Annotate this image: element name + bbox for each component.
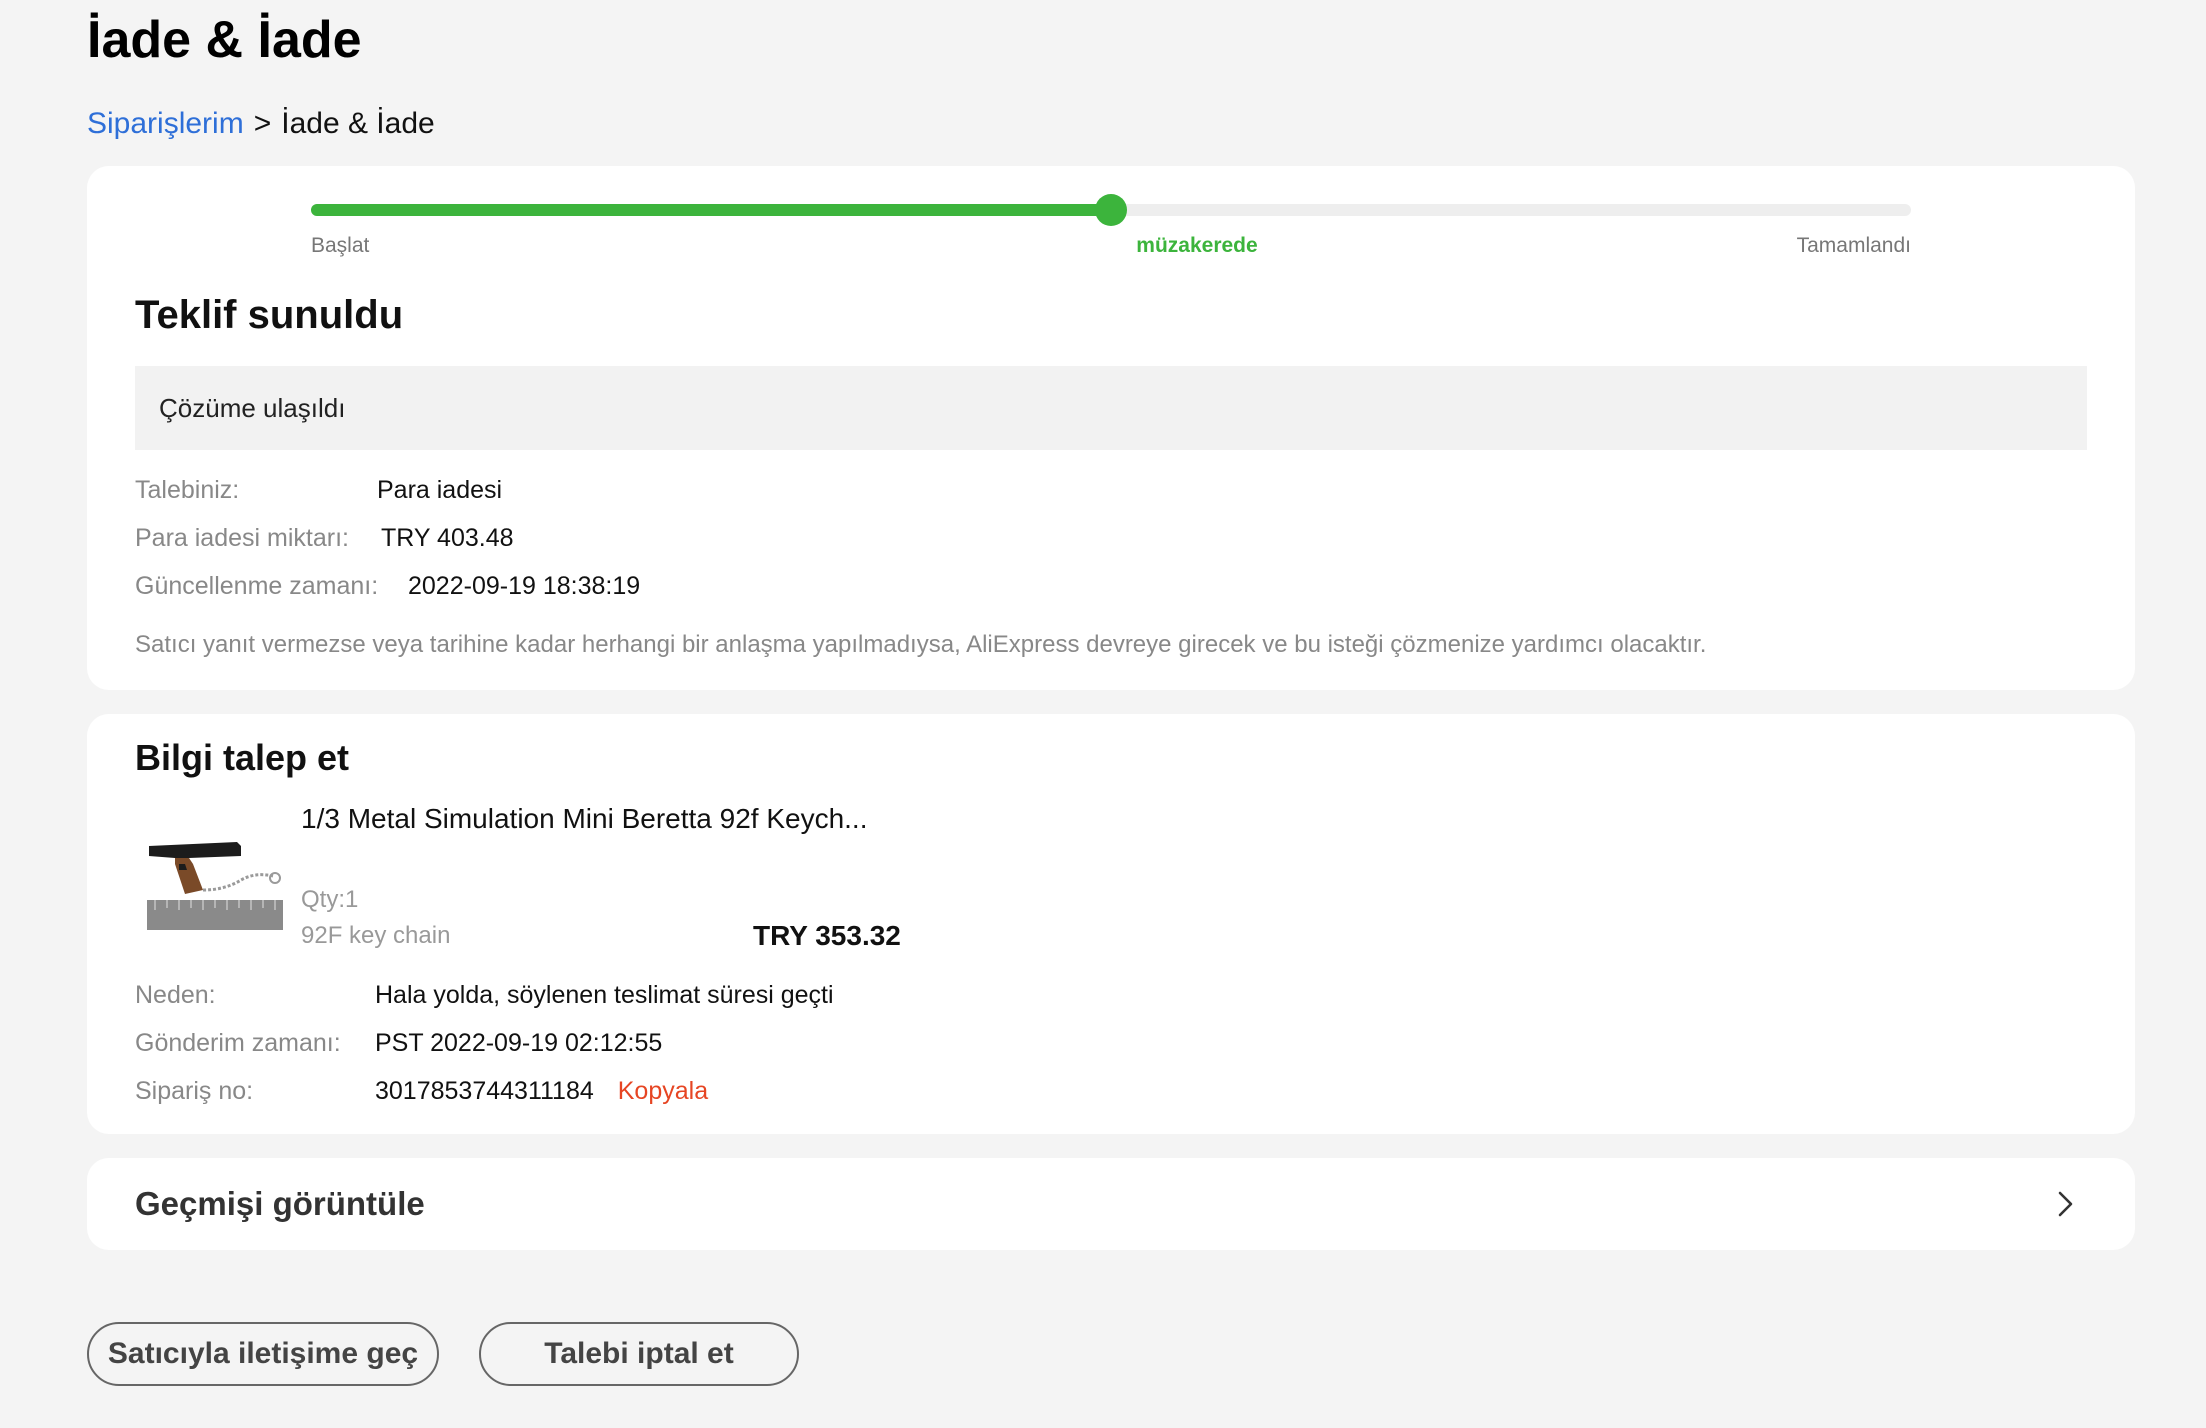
pistol-keychain-icon bbox=[145, 824, 285, 932]
product-name-link[interactable]: 1/3 Metal Simulation Mini Beretta 92f Ke… bbox=[301, 800, 868, 838]
status-card: Başlat müzakerede Tamamlandı Teklif sunu… bbox=[87, 166, 2135, 690]
submitted-time-value: PST 2022-09-19 02:12:55 bbox=[375, 1029, 663, 1057]
breadcrumb-current: İade & İade bbox=[281, 107, 435, 140]
updated-time-value: 2022-09-19 18:38:19 bbox=[408, 572, 641, 600]
product-price: TRY 353.32 bbox=[753, 920, 901, 951]
chevron-right-icon bbox=[2058, 1191, 2073, 1217]
product-quantity: Qty:1 bbox=[301, 886, 359, 913]
step-negotiation-label: müzakerede bbox=[1136, 234, 1258, 257]
request-info-title: Bilgi talep et bbox=[135, 737, 350, 778]
breadcrumb-link-orders[interactable]: Siparişlerim bbox=[87, 104, 244, 144]
step-completed-label: Tamamlandı bbox=[1796, 234, 1911, 257]
order-number-row: 3017853744311184 Kopyala bbox=[375, 1074, 708, 1108]
step-start-label: Başlat bbox=[311, 234, 370, 257]
submitted-time-label: Gönderim zamanı: bbox=[135, 1029, 341, 1057]
resolution-banner: Çözüme ulaşıldı bbox=[135, 366, 2087, 450]
order-number-value: 3017853744311184 bbox=[375, 1077, 594, 1105]
reason-value: Hala yolda, söylenen teslimat süresi geç… bbox=[375, 981, 834, 1009]
refund-amount-value: TRY 403.48 bbox=[381, 524, 514, 552]
reason-label: Neden: bbox=[135, 981, 216, 1009]
product-variant: 92F key chain bbox=[301, 922, 451, 949]
offer-title: Teklif sunuldu bbox=[135, 293, 404, 337]
copy-order-number-button[interactable]: Kopyala bbox=[618, 1077, 708, 1105]
request-type-value: Para iadesi bbox=[377, 476, 503, 504]
escalation-note: Satıcı yanıt vermezse veya tarihine kada… bbox=[135, 631, 1707, 658]
updated-time-label: Güncellenme zamanı: bbox=[135, 572, 379, 600]
progress-current-dot bbox=[1095, 194, 1127, 226]
progress-fill bbox=[311, 204, 1111, 216]
request-info-card: Bilgi talep et 1/3 Metal Simulation Mini… bbox=[87, 714, 2135, 1134]
breadcrumb-separator: > bbox=[253, 107, 272, 140]
page-title: İade & İade bbox=[87, 11, 362, 69]
order-number-label: Sipariş no: bbox=[135, 1077, 254, 1105]
request-type-label: Talebiniz: bbox=[135, 476, 240, 504]
refund-amount-label: Para iadesi miktarı: bbox=[135, 524, 349, 552]
view-history-label: Geçmişi görüntüle bbox=[135, 1185, 425, 1222]
view-history-row[interactable]: Geçmişi görüntüle bbox=[87, 1158, 2135, 1250]
contact-seller-button[interactable]: Satıcıyla iletişime geç bbox=[87, 1322, 439, 1386]
progress-track bbox=[311, 194, 1911, 226]
product-thumbnail[interactable] bbox=[145, 824, 285, 932]
cancel-request-button[interactable]: Talebi iptal et bbox=[479, 1322, 799, 1386]
breadcrumb: Siparişlerim > İade & İade bbox=[87, 104, 435, 144]
